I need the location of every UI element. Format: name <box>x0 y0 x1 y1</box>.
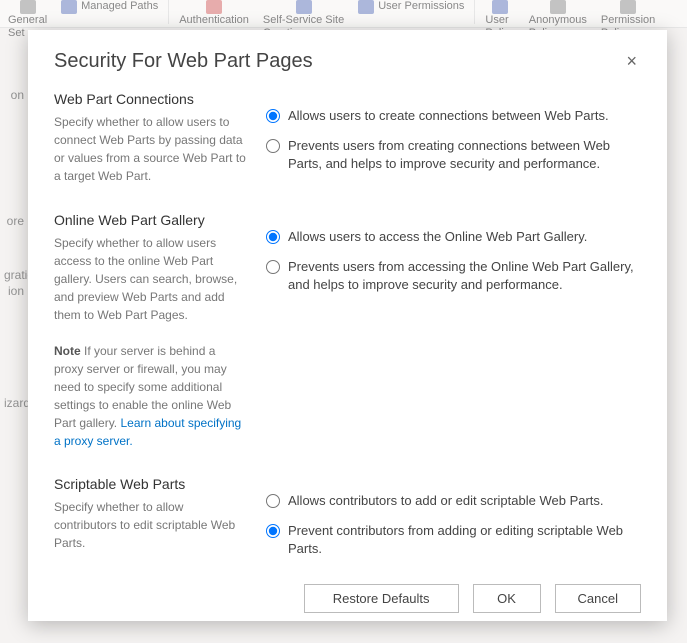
radio-connections-prevent[interactable]: Prevents users from creating connections… <box>266 137 641 173</box>
radio-label: Prevent contributors from adding or edit… <box>288 522 641 558</box>
desc-text: Specify whether to allow users access to… <box>54 236 237 322</box>
security-modal: Security For Web Part Pages × Web Part C… <box>28 30 667 621</box>
section-left: Web Part Connections Specify whether to … <box>54 91 246 185</box>
radio-input[interactable] <box>266 230 280 244</box>
section-scriptable: Scriptable Web Parts Specify whether to … <box>54 476 641 571</box>
modal-header: Security For Web Part Pages × <box>54 50 641 91</box>
section-desc: Specify whether to allow users to connec… <box>54 113 246 185</box>
modal-footer: Restore Defaults OK Cancel <box>54 570 641 613</box>
radio-gallery-prevent[interactable]: Prevents users from accessing the Online… <box>266 258 641 294</box>
radio-input[interactable] <box>266 260 280 274</box>
section-left: Online Web Part Gallery Specify whether … <box>54 212 246 450</box>
section-left: Scriptable Web Parts Specify whether to … <box>54 476 246 552</box>
radio-connections-allow[interactable]: Allows users to create connections betwe… <box>266 107 641 125</box>
radio-input[interactable] <box>266 494 280 508</box>
cancel-button[interactable]: Cancel <box>555 584 641 613</box>
section-title: Scriptable Web Parts <box>54 476 246 492</box>
radio-label: Allows users to access the Online Web Pa… <box>288 228 587 246</box>
close-icon: × <box>626 51 637 71</box>
section-online-gallery: Online Web Part Gallery Specify whether … <box>54 212 641 450</box>
radio-label: Prevents users from accessing the Online… <box>288 258 641 294</box>
radio-scriptable-allow[interactable]: Allows contributors to add or edit scrip… <box>266 492 641 510</box>
close-button[interactable]: × <box>622 50 641 72</box>
section-desc: Specify whether to allow users access to… <box>54 234 246 450</box>
radio-input[interactable] <box>266 524 280 538</box>
section-right: Allows users to create connections betwe… <box>266 91 641 186</box>
radio-scriptable-prevent[interactable]: Prevent contributors from adding or edit… <box>266 522 641 558</box>
section-title: Online Web Part Gallery <box>54 212 246 228</box>
radio-input[interactable] <box>266 109 280 123</box>
section-title: Web Part Connections <box>54 91 246 107</box>
radio-label: Prevents users from creating connections… <box>288 137 641 173</box>
section-desc: Specify whether to allow contributors to… <box>54 498 246 552</box>
modal-title: Security For Web Part Pages <box>54 50 313 73</box>
section-right: Allows contributors to add or edit scrip… <box>266 476 641 571</box>
radio-label: Allows contributors to add or edit scrip… <box>288 492 604 510</box>
ok-button[interactable]: OK <box>473 584 541 613</box>
radio-input[interactable] <box>266 139 280 153</box>
radio-gallery-allow[interactable]: Allows users to access the Online Web Pa… <box>266 228 641 246</box>
note-label: Note <box>54 344 81 358</box>
restore-defaults-button[interactable]: Restore Defaults <box>304 584 459 613</box>
section-web-part-connections: Web Part Connections Specify whether to … <box>54 91 641 186</box>
section-right: Allows users to access the Online Web Pa… <box>266 212 641 307</box>
radio-label: Allows users to create connections betwe… <box>288 107 609 125</box>
